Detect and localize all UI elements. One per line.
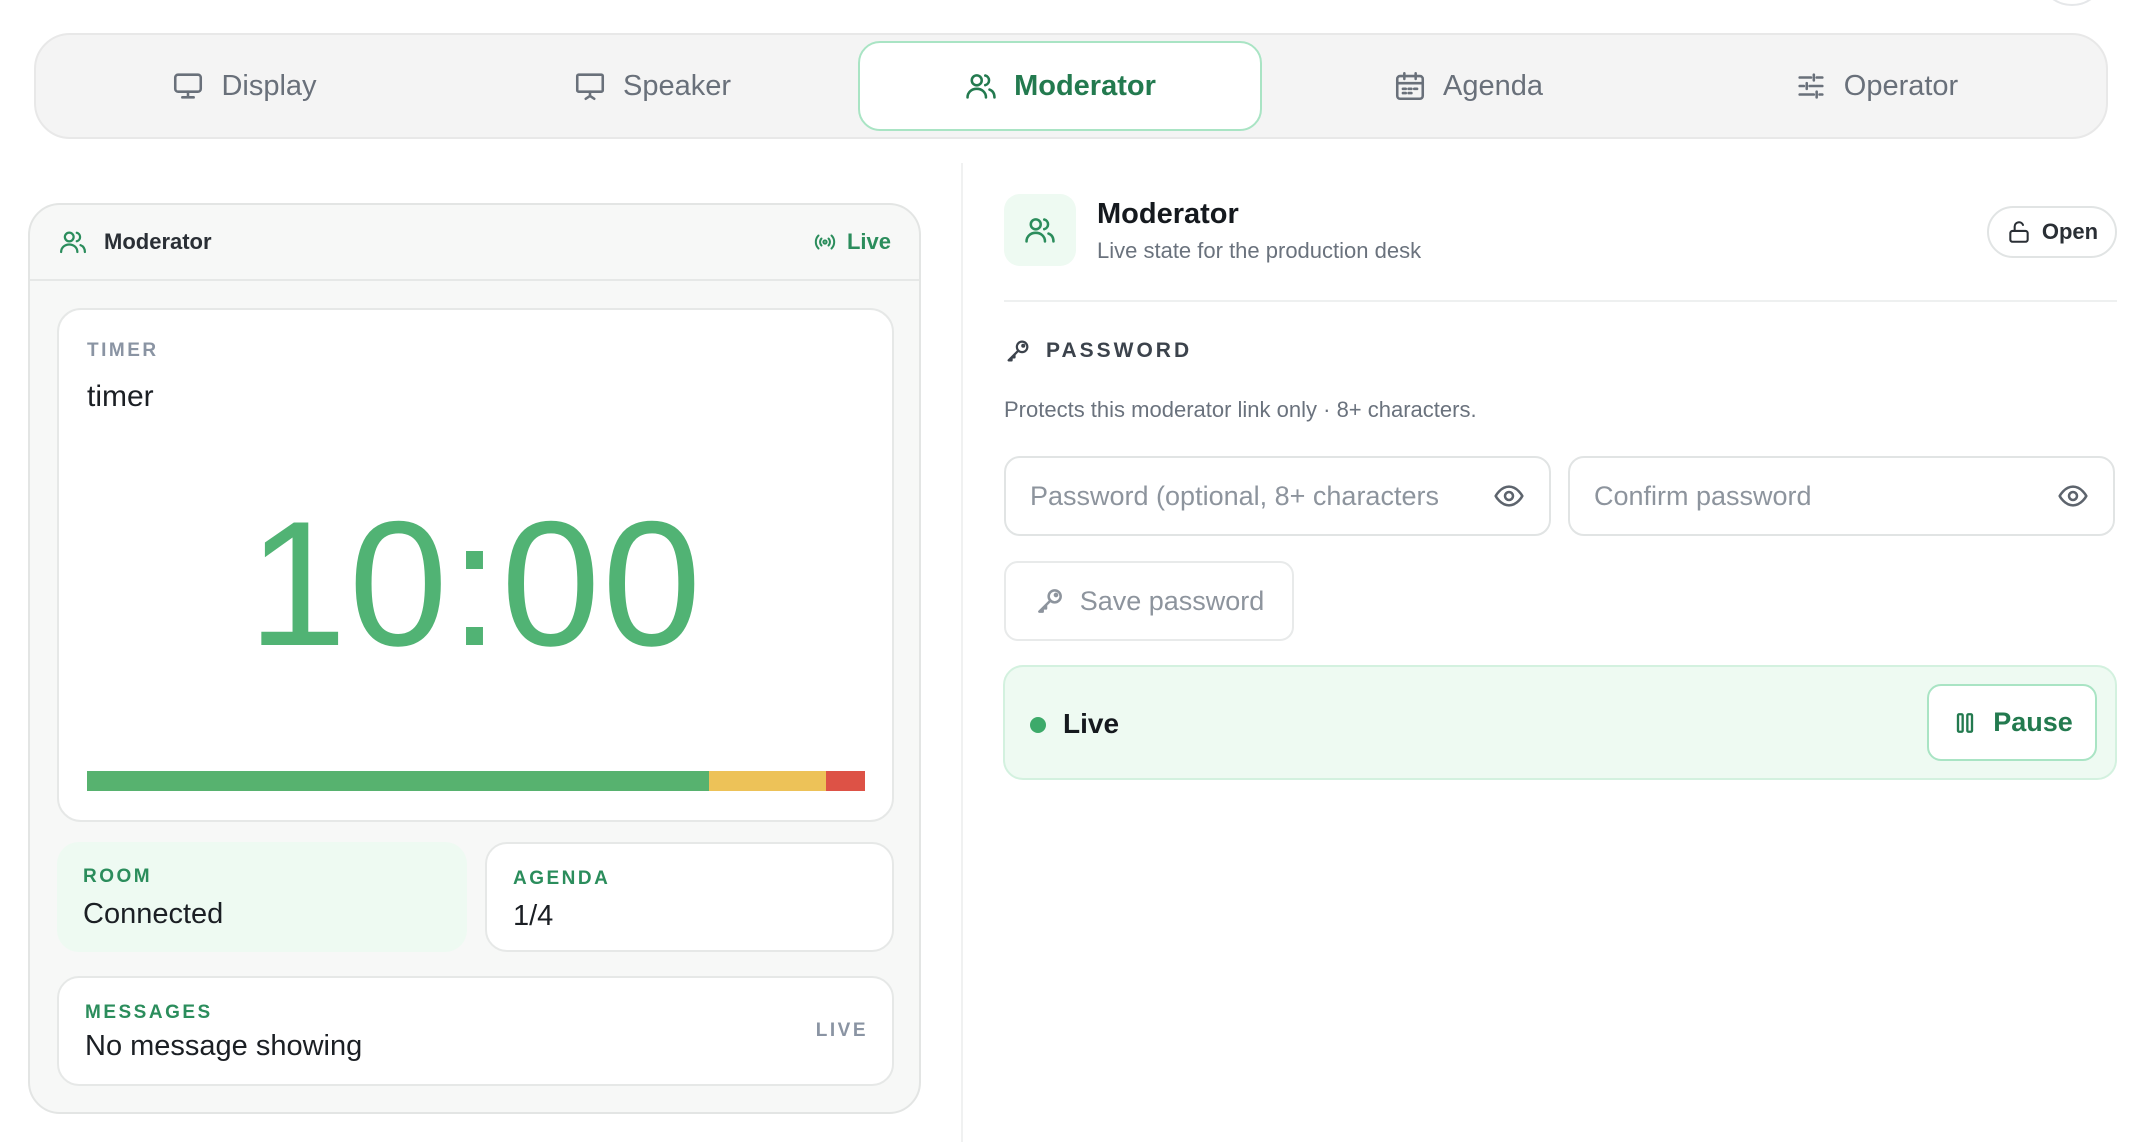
pause-label: Pause <box>1993 707 2073 737</box>
moderator-badge <box>1004 194 1076 266</box>
timer-progress-bar <box>87 771 865 791</box>
tab-speaker[interactable]: Speaker <box>450 41 854 131</box>
confirm-password-input[interactable] <box>1594 480 2045 512</box>
timer-progress-segment-2 <box>826 771 865 791</box>
timer-progress-segment-0 <box>87 771 710 791</box>
agenda-status-card: AGENDA 1/4 <box>485 842 894 952</box>
panel-divider <box>961 163 963 1142</box>
calendar-icon <box>1395 71 1425 101</box>
section-title: Moderator <box>1097 198 1239 230</box>
password-description: Protects this moderator link only · 8+ c… <box>1004 397 1477 422</box>
password-heading-label: PASSWORD <box>1046 339 1193 362</box>
tab-agenda[interactable]: Agenda <box>1266 41 1670 131</box>
password-input[interactable] <box>1030 480 1481 512</box>
open-lock-button[interactable]: Open <box>1987 206 2117 258</box>
save-password-button[interactable]: Save password <box>1004 561 1294 641</box>
confirm-password-field-container <box>1568 456 2115 536</box>
tab-label: Display <box>221 69 317 102</box>
eye-icon[interactable] <box>2057 480 2089 512</box>
mode-tab-bar: Display Speaker Moderator Agenda Operato… <box>34 33 2108 139</box>
messages-card: MESSAGES No message showing LIVE <box>57 976 894 1086</box>
timer-eyebrow: TIMER <box>87 340 159 361</box>
messages-eyebrow: MESSAGES <box>85 1002 213 1023</box>
preview-header: Moderator Live <box>30 205 919 281</box>
messages-value: No message showing <box>85 1030 363 1062</box>
pause-button[interactable]: Pause <box>1927 684 2097 761</box>
presentation-icon <box>575 73 605 101</box>
live-indicator-label: Live <box>846 229 891 254</box>
preview-title: Moderator <box>104 229 212 254</box>
timer-card: TIMER timer 10:00 <box>57 308 894 822</box>
live-indicator: Live <box>813 229 891 255</box>
tab-display[interactable]: Display <box>42 41 446 131</box>
agenda-progress-value: 1/4 <box>513 900 554 932</box>
tab-label: Moderator <box>1014 69 1156 102</box>
section-subtitle: Live state for the production desk <box>1097 238 1422 263</box>
broadcast-icon <box>814 234 836 250</box>
users-icon <box>966 74 996 99</box>
room-status-value: Connected <box>83 898 224 930</box>
monitor-icon <box>174 73 203 99</box>
tab-label: Operator <box>1843 69 1959 102</box>
live-status-dot <box>1030 717 1046 733</box>
tab-label: Speaker <box>622 69 731 102</box>
users-icon <box>1025 218 1055 243</box>
sliders-icon <box>1798 73 1824 99</box>
key-icon <box>1007 340 1029 362</box>
password-heading: PASSWORD <box>1004 337 1192 365</box>
tab-moderator[interactable]: Moderator <box>858 41 1262 131</box>
timer-name: timer <box>87 380 154 413</box>
key-icon <box>1037 589 1062 613</box>
eye-icon[interactable] <box>1493 480 1525 512</box>
tab-label: Agenda <box>1443 69 1543 102</box>
users-icon <box>60 231 86 254</box>
unlock-icon <box>2009 221 2029 243</box>
password-field-container <box>1004 456 1551 536</box>
save-password-label: Save password <box>1079 585 1265 616</box>
room-eyebrow: ROOM <box>83 866 153 887</box>
live-status-bar: Live Pause <box>1003 665 2117 780</box>
pause-icon <box>1957 712 1974 733</box>
messages-live-badge: LIVE <box>815 1020 868 1041</box>
open-lock-label: Open <box>2041 219 2099 244</box>
top-right-control[interactable] <box>2038 0 2106 6</box>
timer-clock: 10:00 <box>247 484 704 683</box>
timer-progress-segment-1 <box>709 771 827 791</box>
room-status-card: ROOM Connected <box>57 842 467 952</box>
moderator-preview-panel: Moderator Live TIMER timer 10:00 ROOM Co… <box>28 203 921 1114</box>
section-divider <box>1004 300 2117 302</box>
agenda-eyebrow: AGENDA <box>513 868 611 889</box>
tab-operator[interactable]: Operator <box>1674 41 2078 131</box>
live-status-label: Live <box>1063 708 1120 739</box>
